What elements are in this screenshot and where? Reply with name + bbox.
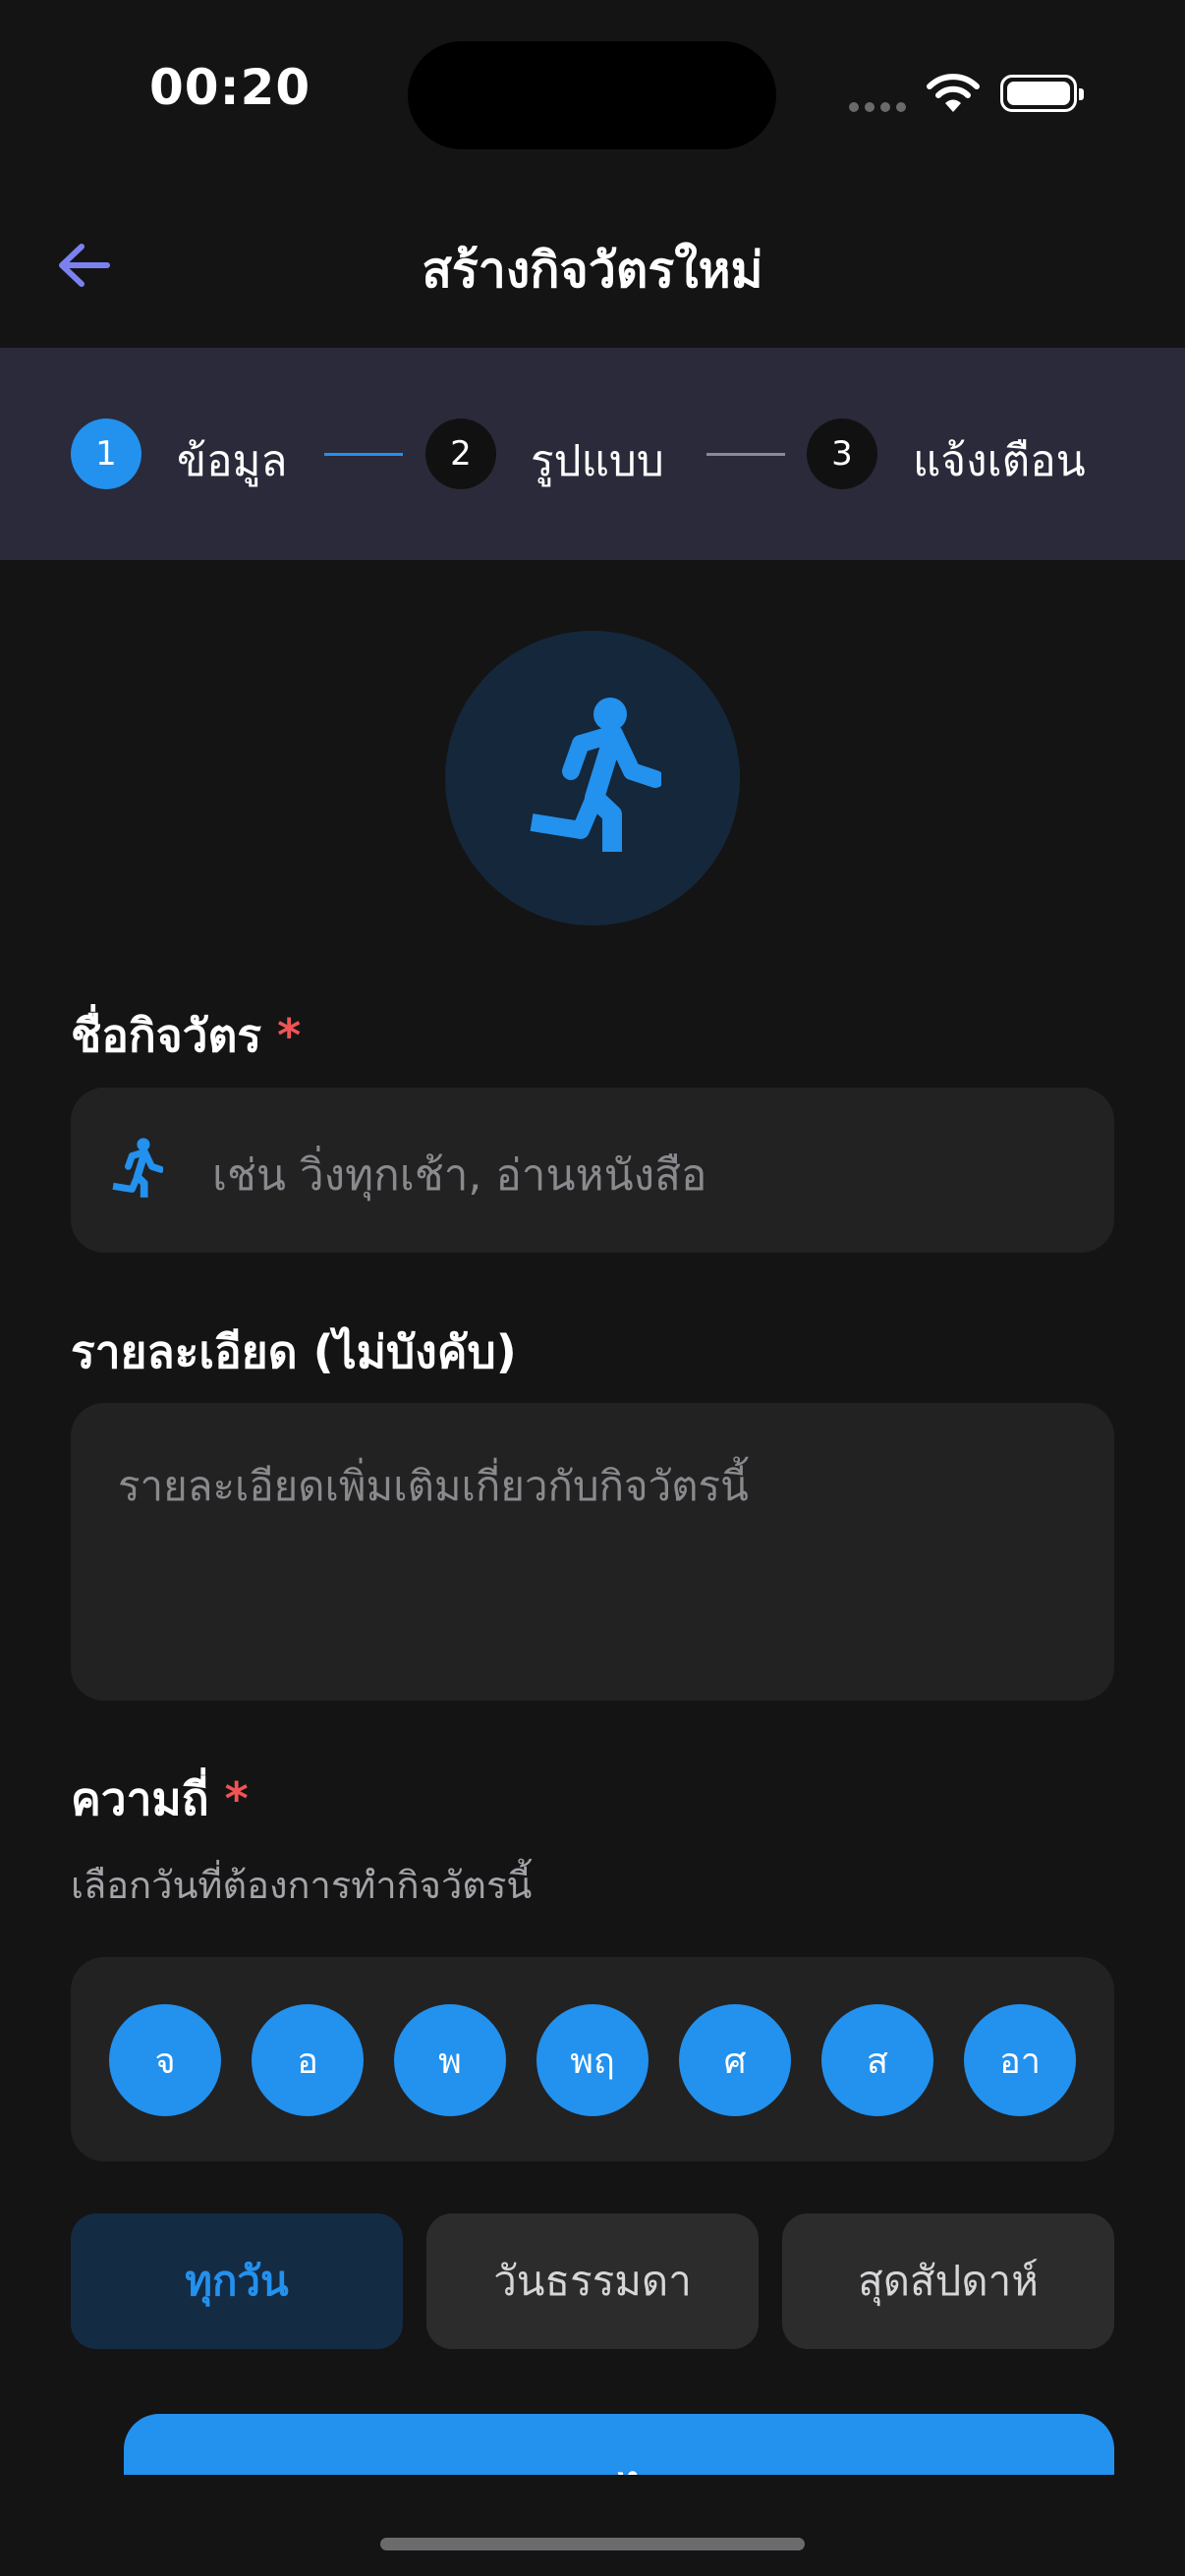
step-3-label: แจ้งเตือน (913, 436, 1086, 486)
name-label: ชื่อกิจวัตร * (71, 1000, 301, 1072)
frequency-hint: เลือกวันที่ต้องการทำกิจวัตรนี้ (71, 1864, 533, 1907)
frequency-label: ความถี่ * (71, 1764, 249, 1835)
name-placeholder: เช่น วิ่งทุกเช้า, อ่านหนังสือ (212, 1150, 707, 1201)
preset-weekdays-button[interactable]: วันธรรมดา (426, 2213, 759, 2349)
dynamic-island (408, 41, 776, 149)
cellular-signal-icon (849, 102, 906, 112)
bottom-safe-area (0, 2475, 1185, 2576)
step-connector (324, 453, 403, 456)
day-toggle-mon[interactable]: จ (109, 2004, 221, 2116)
home-indicator[interactable] (380, 2538, 805, 2550)
step-3-indicator: 3 (807, 419, 877, 489)
wifi-icon (927, 74, 980, 112)
step-2-indicator: 2 (425, 419, 496, 489)
day-toggle-tue[interactable]: อ (252, 2004, 364, 2116)
description-placeholder: รายละเอียดเพิ่มเติมเกี่ยวกับกิจวัตรนี้ (118, 1462, 749, 1510)
day-toggle-fri[interactable]: ศ (679, 2004, 791, 2116)
day-toggle-thu[interactable]: พฤ (536, 2004, 649, 2116)
page-title: สร้างกิจวัตรใหม่ (422, 242, 763, 299)
step-1-indicator: 1 (71, 419, 141, 489)
frequency-label-text: ความถี่ (71, 1772, 209, 1825)
day-toggle-sun[interactable]: อา (964, 2004, 1076, 2116)
day-selector: จ อ พ พฤ ศ ส อา (71, 1957, 1114, 2161)
preset-everyday-button[interactable]: ทุกวัน (71, 2213, 403, 2349)
progress-stepper: 1 ข้อมูล 2 รูปแบบ 3 แจ้งเตือน (0, 348, 1185, 560)
day-toggle-wed[interactable]: พ (394, 2004, 506, 2116)
required-mark: * (277, 1009, 302, 1062)
habit-name-input[interactable]: เช่น วิ่งทุกเช้า, อ่านหนังสือ (71, 1088, 1114, 1253)
step-2-label: รูปแบบ (531, 436, 664, 486)
habit-icon-picker[interactable] (445, 631, 740, 925)
name-label-text: ชื่อกิจวัตร (71, 1009, 262, 1062)
step-connector (706, 453, 785, 456)
required-mark: * (224, 1772, 249, 1825)
preset-weekends-button[interactable]: สุดสัปดาห์ (782, 2213, 1114, 2349)
battery-icon (1000, 75, 1084, 112)
description-textarea[interactable]: รายละเอียดเพิ่มเติมเกี่ยวกับกิจวัตรนี้ (71, 1403, 1114, 1701)
day-toggle-sat[interactable]: ส (821, 2004, 933, 2116)
running-person-icon (530, 698, 661, 852)
description-label: รายละเอียด (ไม่บังคับ) (71, 1325, 517, 1378)
running-person-icon (112, 1138, 163, 1198)
step-1-label: ข้อมูล (177, 436, 288, 486)
status-time: 00:20 (149, 59, 311, 116)
